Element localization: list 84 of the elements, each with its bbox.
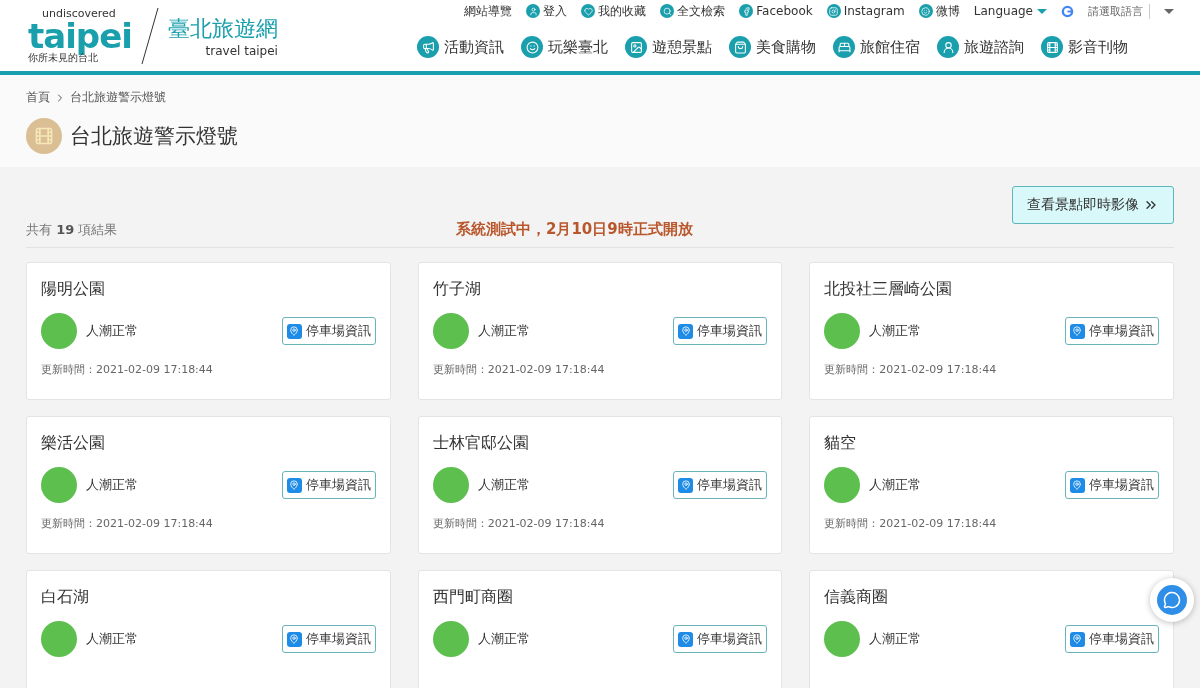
map-pin-icon	[678, 631, 694, 647]
update-time: 更新時間：2021-02-09 17:18:44	[432, 362, 606, 377]
slash-icon	[139, 5, 160, 66]
top-link[interactable]: Facebook	[739, 4, 813, 18]
update-time: 更新時間：2021-02-09 17:18:44	[432, 516, 606, 531]
google-logo-icon	[1061, 4, 1074, 18]
page-title: 台北旅遊警示燈號	[70, 123, 238, 150]
site-name: 臺北旅遊網	[167, 14, 278, 43]
update-time: 更新時間：2021-02-09 17:18:44	[41, 516, 214, 531]
map-pin-icon	[286, 631, 302, 647]
bed-icon	[833, 36, 855, 58]
nav-item[interactable]: 玩樂臺北	[521, 36, 608, 58]
site-name: 陽明公園	[41, 279, 106, 300]
map-pin-icon	[1070, 631, 1085, 647]
map-pin-icon	[678, 477, 694, 493]
status-text: 人潮正常	[86, 476, 139, 494]
film-icon	[1041, 36, 1063, 58]
top-link[interactable]: 登入	[526, 2, 568, 20]
status-text: 人潮正常	[477, 630, 531, 648]
status-text: 人潮正常	[86, 322, 139, 340]
top-link[interactable]: 我的收藏	[581, 2, 647, 20]
parking-info-button[interactable]: 停車場資訊	[281, 625, 376, 653]
status-text: 人潮正常	[477, 476, 531, 494]
nav-item[interactable]: 旅館住宿	[833, 36, 920, 58]
chat-bubble-icon	[1163, 591, 1181, 609]
image-icon	[625, 36, 647, 58]
nav-item[interactable]: 影音刊物	[1041, 36, 1128, 58]
heart-icon	[581, 4, 596, 18]
notice-text: 系統測試中，2月10日9時正式開放	[456, 220, 693, 239]
live-view-button[interactable]: 查看景點即時影像	[1012, 186, 1174, 224]
logo-tagline: undiscovered	[42, 8, 117, 19]
facebook-icon	[739, 4, 754, 18]
status-text: 人潮正常	[869, 476, 923, 494]
site-name: 西門町商圈	[432, 587, 514, 608]
site-name: 信義商圈	[824, 587, 890, 608]
status-text: 人潮正常	[869, 322, 923, 340]
breadcrumb-current: 台北旅遊警示燈號	[70, 89, 166, 106]
update-time: 更新時間：2021-02-09 17:18:44	[824, 516, 998, 531]
site-name: 北投社三層崎公園	[824, 279, 954, 300]
status-text: 人潮正常	[869, 630, 923, 648]
parking-info-button[interactable]: 停車場資訊	[1065, 471, 1159, 499]
parking-info-button[interactable]: 停車場資訊	[281, 317, 376, 345]
map-pin-icon	[678, 323, 694, 339]
update-time: 更新時間：2021-02-09 17:18:44	[824, 362, 998, 377]
logo-motto: 你所未見的台北	[28, 53, 98, 63]
update-time: 更新時間：2021-02-09 17:18:44	[41, 362, 214, 377]
top-link[interactable]: Instagram	[826, 4, 905, 18]
site-name: 樂活公園	[41, 433, 106, 454]
nav-item[interactable]: 遊憩景點	[625, 36, 712, 58]
person-icon	[937, 36, 959, 58]
language-dropdown[interactable]: Language	[973, 3, 1047, 19]
nav-item[interactable]: 活動資訊	[417, 36, 504, 58]
site-name: 士林官邸公園	[432, 433, 530, 454]
parking-info-button[interactable]: 停車場資訊	[673, 471, 768, 499]
breadcrumb-link[interactable]: 首頁	[26, 89, 50, 106]
parking-info-button[interactable]: 停車場資訊	[1065, 625, 1159, 653]
result-count: 共有 19 項結果	[26, 220, 119, 239]
translate-select[interactable]: 請選取語言	[1088, 3, 1150, 19]
map-pin-icon	[1070, 477, 1085, 493]
site-name: 竹子湖	[432, 279, 482, 300]
instagram-icon	[826, 4, 841, 18]
site-name: 白石湖	[41, 587, 90, 608]
status-text: 人潮正常	[86, 630, 139, 648]
status-text: 人潮正常	[477, 322, 531, 340]
map-pin-icon	[286, 323, 302, 339]
nav-item[interactable]: 美食購物	[729, 36, 816, 58]
film-icon	[26, 118, 62, 154]
map-pin-icon	[286, 477, 302, 493]
smiley-icon	[521, 36, 543, 58]
site-name-english: travel taipei	[205, 43, 278, 58]
top-link[interactable]: 全文檢索	[660, 2, 726, 20]
megaphone-icon	[417, 36, 439, 58]
bag-icon	[729, 36, 751, 58]
parking-info-button[interactable]: 停車場資訊	[1065, 317, 1159, 345]
map-pin-icon	[1070, 323, 1085, 339]
parking-info-button[interactable]: 停車場資訊	[673, 317, 768, 345]
top-link[interactable]: 微博	[918, 2, 960, 20]
user-icon	[526, 4, 541, 18]
parking-info-button[interactable]: 停車場資訊	[673, 625, 768, 653]
site-name: 貓空	[824, 433, 858, 454]
nav-item[interactable]: 旅遊諮詢	[937, 36, 1024, 58]
parking-info-button[interactable]: 停車場資訊	[281, 471, 376, 499]
search-icon	[660, 4, 675, 18]
top-link[interactable]: 網站導覽	[464, 2, 513, 20]
